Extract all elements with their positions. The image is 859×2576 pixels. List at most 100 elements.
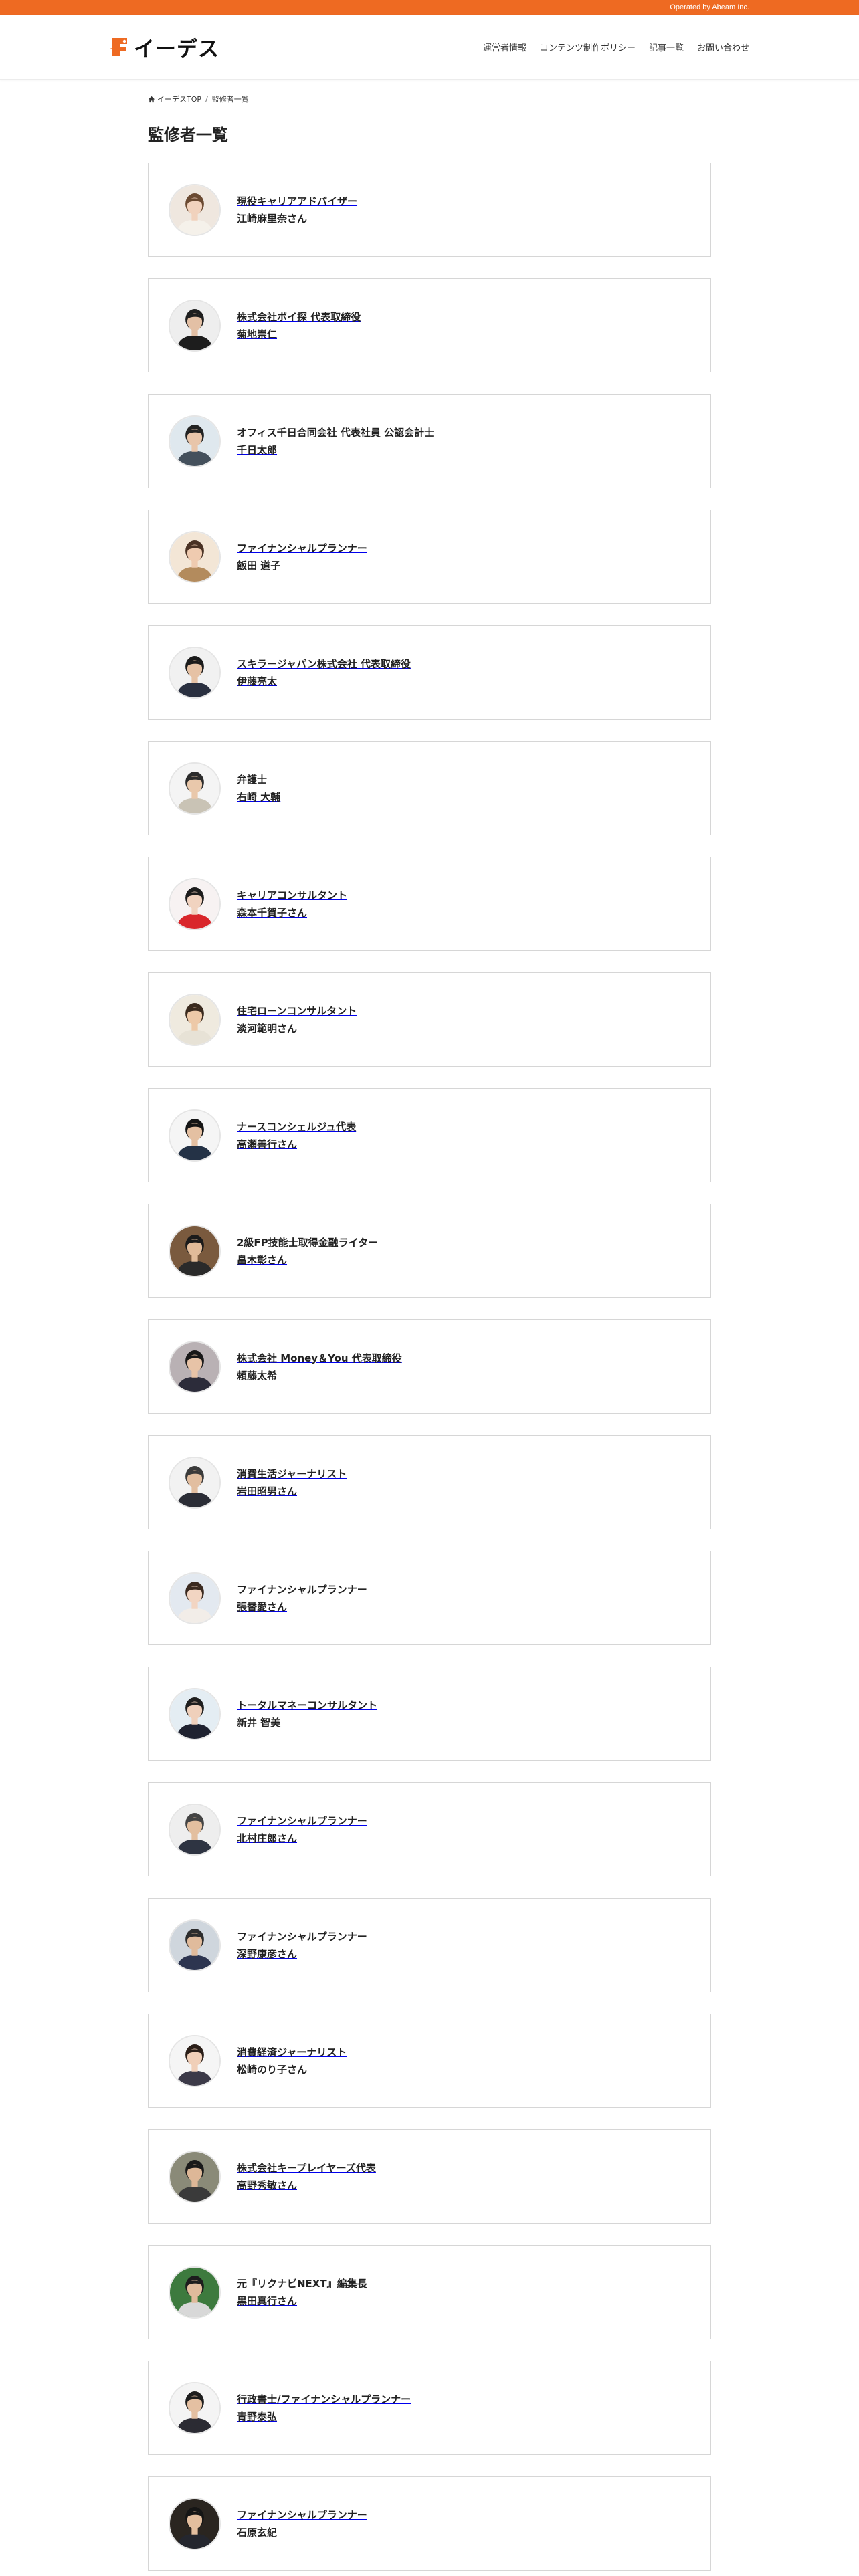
supervisor-role: ファイナンシャルプランナー (237, 1583, 367, 1596)
global-nav: 運営者情報 コンテンツ制作ポリシー 記事一覧 お問い合わせ (483, 41, 749, 53)
supervisor-avatar (169, 530, 221, 583)
person-portrait-icon (170, 879, 219, 929)
supervisor-card[interactable]: 2級FP技能士取得金融ライター 畠木彰さん (148, 1204, 711, 1298)
supervisor-info: 株式会社キープレイヤーズ代表 高野秀敏さん (237, 2160, 376, 2193)
supervisor-card[interactable]: 住宅ローンコンサルタント 淡河範明さん (148, 972, 711, 1067)
supervisor-info: 行政書士/ファイナンシャルプランナー 青野泰弘 (237, 2391, 411, 2425)
supervisor-info: ファイナンシャルプランナー 石原玄紀 (237, 2507, 367, 2541)
person-portrait-icon (170, 2267, 219, 2317)
logo-text: イーデス (134, 37, 219, 62)
breadcrumb-current: 監修者一覧 (211, 95, 249, 104)
supervisor-name: 淡河範明さん (237, 1022, 298, 1035)
person-portrait-icon (170, 2498, 219, 2549)
supervisor-card[interactable]: 株式会社ポイ探 代表取締役 菊地崇仁 (148, 278, 711, 372)
operator-text: Operated by Abeam Inc. (670, 3, 749, 11)
supervisor-avatar (169, 1456, 221, 1509)
supervisor-card[interactable]: 消費経済ジャーナリスト 松崎のり子さん (148, 2014, 711, 2108)
supervisor-name: 飯田 道子 (237, 559, 281, 572)
supervisor-name: 江崎麻里奈さん (237, 212, 308, 225)
person-portrait-icon (170, 1573, 219, 1623)
supervisor-card[interactable]: 元『リクナビNEXT』編集長 黒田真行さん (148, 2245, 711, 2339)
person-portrait-icon (170, 1804, 219, 1854)
supervisor-card[interactable]: ファイナンシャルプランナー 北村庄郎さん (148, 1782, 711, 1876)
supervisor-role: キャリアコンサルタント (237, 889, 348, 901)
supervisor-role: 2級FP技能士取得金融ライター (237, 1236, 379, 1249)
supervisor-card[interactable]: ファイナンシャルプランナー 深野康彦さん (148, 1898, 711, 1992)
person-portrait-icon (170, 763, 219, 813)
nav-content-policy[interactable]: コンテンツ制作ポリシー (540, 41, 636, 53)
supervisor-list: 現役キャリアアドバイザー 江崎麻里奈さん 株式会社ポイ探 代表取締役 菊地崇仁オフィス… (148, 163, 711, 2571)
person-portrait-icon (170, 185, 219, 235)
supervisor-name: 張替愛さん (237, 1600, 288, 1613)
supervisor-info: キャリアコンサルタント 森本千賀子さん (237, 887, 347, 921)
supervisor-role: 株式会社 Money＆You 代表取締役 (237, 1352, 402, 1364)
supervisor-name: 菊地崇仁 (237, 328, 278, 340)
supervisor-name: 高野秀敏さん (237, 2179, 298, 2191)
supervisor-card[interactable]: スキラージャパン株式会社 代表取締役 伊藤亮太 (148, 625, 711, 720)
person-portrait-icon (170, 647, 219, 697)
person-portrait-icon (170, 416, 219, 466)
person-portrait-icon (170, 1689, 219, 1739)
breadcrumb-separator: / (205, 94, 208, 104)
supervisor-info: 現役キャリアアドバイザー 江崎麻里奈さん (237, 193, 357, 227)
supervisor-avatar (169, 2381, 221, 2434)
supervisor-info: 株式会社ポイ探 代表取締役 菊地崇仁 (237, 309, 361, 342)
nav-contact[interactable]: お問い合わせ (697, 41, 749, 53)
supervisor-avatar (169, 2266, 221, 2319)
page-title: 監修者一覧 (148, 126, 228, 144)
supervisor-card[interactable]: ファイナンシャルプランナー 張替愛さん (148, 1551, 711, 1645)
supervisor-card[interactable]: 行政書士/ファイナンシャルプランナー 青野泰弘 (148, 2361, 711, 2455)
supervisor-name: 右崎 大輔 (237, 790, 281, 803)
supervisor-info: ファイナンシャルプランナー 北村庄郎さん (237, 1813, 367, 1846)
supervisor-info: トータルマネーコンサルタント 新井 智美 (237, 1697, 377, 1731)
supervisor-role: スキラージャパン株式会社 代表取締役 (237, 657, 411, 670)
supervisor-card[interactable]: 株式会社 Money＆You 代表取締役 頼藤太希 (148, 1319, 711, 1414)
supervisor-role: トータルマネーコンサルタント (237, 1699, 378, 1711)
supervisor-info: 元『リクナビNEXT』編集長 黒田真行さん (237, 2276, 367, 2309)
supervisor-name: 北村庄郎さん (237, 1832, 298, 1844)
supervisor-card[interactable]: ファイナンシャルプランナー 飯田 道子 (148, 510, 711, 604)
supervisor-avatar (169, 2150, 221, 2203)
supervisor-card[interactable]: オフィス千日合同会社 代表社員 公認会計士 千日太郎 (148, 394, 711, 488)
nav-articles[interactable]: 記事一覧 (649, 41, 684, 53)
supervisor-avatar (169, 1109, 221, 1162)
supervisor-card[interactable]: ナースコンシェルジュ代表 高瀬善行さん (148, 1088, 711, 1182)
supervisor-card[interactable]: 現役キャリアアドバイザー 江崎麻里奈さん (148, 163, 711, 257)
supervisor-name: 頼藤太希 (237, 1369, 278, 1382)
supervisor-role: 株式会社キープレイヤーズ代表 (237, 2161, 376, 2174)
person-portrait-icon (170, 532, 219, 582)
operator-bar: Operated by Abeam Inc. (0, 0, 859, 15)
supervisor-role: 弁護士 (237, 773, 268, 786)
nav-about[interactable]: 運営者情報 (483, 41, 527, 53)
site-logo[interactable]: イーデス (110, 32, 219, 62)
supervisor-role: オフィス千日合同会社 代表社員 公認会計士 (237, 426, 435, 439)
supervisor-avatar (169, 993, 221, 1046)
supervisor-name: 千日太郎 (237, 443, 278, 456)
supervisor-avatar (169, 2497, 221, 2550)
supervisor-role: ファイナンシャルプランナー (237, 542, 367, 554)
supervisor-info: 消費生活ジャーナリスト 岩田昭男さん (237, 1466, 347, 1499)
supervisor-card[interactable]: 弁護士 右崎 大輔 (148, 741, 711, 835)
person-portrait-icon (170, 1457, 219, 1507)
supervisor-info: ファイナンシャルプランナー 深野康彦さん (237, 1929, 367, 1962)
supervisor-avatar (169, 415, 221, 467)
supervisor-info: 弁護士 右崎 大輔 (237, 772, 280, 805)
supervisor-name: 森本千賀子さん (237, 906, 308, 919)
supervisor-card[interactable]: トータルマネーコンサルタント 新井 智美 (148, 1667, 711, 1761)
person-portrait-icon (170, 1341, 219, 1392)
supervisor-card[interactable]: 株式会社キープレイヤーズ代表 高野秀敏さん (148, 2129, 711, 2224)
supervisor-info: 株式会社 Money＆You 代表取締役 頼藤太希 (237, 1350, 402, 1384)
person-portrait-icon (170, 2036, 219, 2086)
person-portrait-icon (170, 2151, 219, 2202)
supervisor-card[interactable]: キャリアコンサルタント 森本千賀子さん (148, 857, 711, 951)
supervisor-role: ファイナンシャルプランナー (237, 1814, 367, 1827)
supervisor-card[interactable]: 消費生活ジャーナリスト 岩田昭男さん (148, 1435, 711, 1529)
supervisor-info: ファイナンシャルプランナー 張替愛さん (237, 1582, 367, 1615)
supervisor-avatar (169, 1803, 221, 1856)
supervisor-avatar (169, 299, 221, 352)
supervisor-card[interactable]: ファイナンシャルプランナー 石原玄紀 (148, 2476, 711, 2571)
supervisor-role: 住宅ローンコンサルタント (237, 1004, 357, 1017)
breadcrumb-home-link[interactable]: イーデスTOP (157, 94, 201, 104)
person-portrait-icon (170, 2383, 219, 2433)
home-icon (148, 96, 155, 102)
